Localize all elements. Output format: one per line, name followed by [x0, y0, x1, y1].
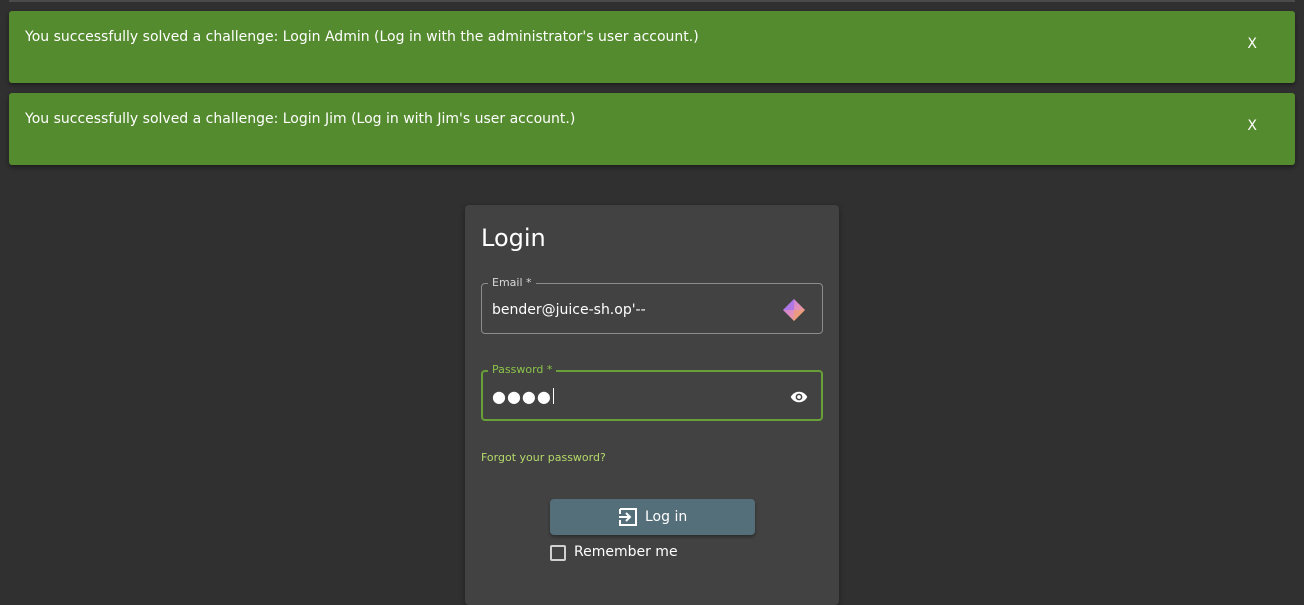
password-manager-icon[interactable]	[782, 298, 806, 322]
page-title: Login	[481, 224, 546, 252]
password-field[interactable]: Password * ●●●●	[481, 363, 823, 421]
challenge-solved-snackbar: You successfully solved a challenge: Log…	[9, 11, 1295, 83]
challenge-solved-snackbar: You successfully solved a challenge: Log…	[9, 93, 1295, 165]
login-card: Login Email * bender@juice-sh.op'-- Pass…	[465, 205, 839, 605]
snackbar-message: You successfully solved a challenge: Log…	[25, 111, 576, 127]
forgot-password-link[interactable]: Forgot your password?	[481, 451, 606, 465]
login-button[interactable]: Log in	[550, 499, 755, 535]
text-caret	[552, 388, 554, 404]
snackbar-close-button[interactable]: X	[1247, 117, 1257, 135]
email-label: Email *	[488, 276, 536, 290]
login-button-label: Log in	[645, 509, 688, 525]
email-field[interactable]: Email * bender@juice-sh.op'--	[481, 276, 823, 334]
password-masked-value: ●●●●	[492, 387, 552, 406]
password-label: Password *	[488, 363, 557, 377]
snackbar-close-button[interactable]: X	[1247, 35, 1257, 53]
password-input[interactable]: ●●●●	[492, 388, 554, 406]
snackbar-message: You successfully solved a challenge: Log…	[25, 29, 699, 45]
login-icon	[619, 508, 637, 526]
top-divider	[9, 0, 1295, 2]
eye-icon[interactable]	[790, 390, 808, 404]
email-input[interactable]: bender@juice-sh.op'--	[492, 301, 646, 319]
remember-me-label[interactable]: Remember me	[574, 543, 678, 561]
remember-me-checkbox[interactable]	[550, 545, 566, 561]
